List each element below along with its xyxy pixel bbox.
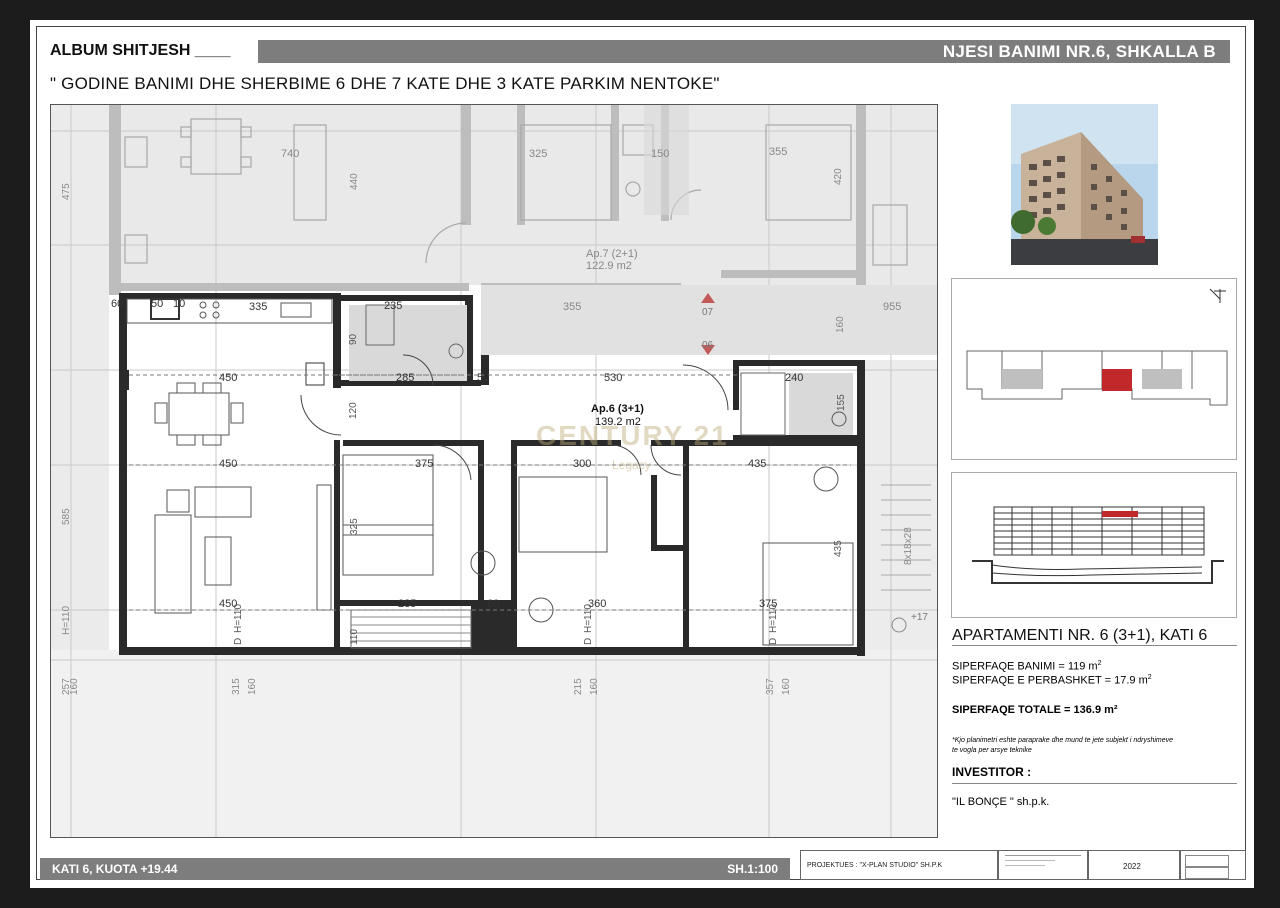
key-plan xyxy=(951,278,1237,460)
svg-text:60: 60 xyxy=(111,298,123,310)
svg-text:122.9 m2: 122.9 m2 xyxy=(586,260,632,272)
svg-text:D: D xyxy=(768,638,779,645)
apartment-title: APARTAMENTI NR. 6 (3+1), KATI 6 xyxy=(952,627,1208,644)
svg-text:300: 300 xyxy=(573,458,591,470)
svg-text:315: 315 xyxy=(231,678,242,695)
svg-text:257: 257 xyxy=(61,678,72,695)
building-photo xyxy=(1011,104,1158,265)
footer-banner: KATI 6, KUOTA +19.44 SH.1:100 xyxy=(40,858,790,880)
svg-text:325: 325 xyxy=(529,148,547,160)
svg-text:06: 06 xyxy=(702,340,714,351)
sign-cell xyxy=(1180,850,1246,880)
floor-plan-drawing: 740 325 150 355 335 235 355 955 450 285 … xyxy=(51,105,937,837)
investor-label: INVESTITOR : xyxy=(952,765,1032,779)
section-plan xyxy=(951,472,1237,618)
svg-text:530: 530 xyxy=(604,372,622,384)
svg-text:+17: +17 xyxy=(911,612,928,623)
svg-text:450: 450 xyxy=(219,458,237,470)
svg-text:475: 475 xyxy=(61,183,72,200)
svg-text:8x18x28: 8x18x28 xyxy=(903,527,914,565)
svg-text:90: 90 xyxy=(348,333,359,345)
watermark-sub: Legacy xyxy=(612,458,651,472)
divider xyxy=(952,645,1237,646)
year: 2022 xyxy=(1123,862,1141,871)
svg-text:285: 285 xyxy=(396,372,414,384)
svg-text:325: 325 xyxy=(349,518,360,535)
svg-text:160: 160 xyxy=(835,316,846,333)
svg-text:355: 355 xyxy=(769,146,787,158)
designer-cell: PROJEKTUES : "X-PLAN STUDIO" SH.P.K xyxy=(800,850,998,880)
living-area-sup: 2 xyxy=(1097,660,1102,667)
svg-text:450: 450 xyxy=(219,372,237,384)
svg-text:440: 440 xyxy=(349,173,360,190)
unit-title-banner: NJESI BANIMI NR.6, SHKALLA B xyxy=(258,40,1230,63)
svg-text:435: 435 xyxy=(833,540,844,557)
svg-text:240: 240 xyxy=(785,372,803,384)
album-title: ALBUM SHITJESH ____ xyxy=(50,42,231,59)
svg-text:420: 420 xyxy=(833,168,844,185)
designer: PROJEKTUES : "X-PLAN STUDIO" SH.P.K xyxy=(807,862,943,869)
total-area: SIPERFAQE TOTALE = 136.9 m² xyxy=(952,704,1118,716)
svg-text:D: D xyxy=(233,638,244,645)
shared-area-line: SIPERFAQE E PERBASHKET = 17.9 m2 xyxy=(952,671,1152,688)
svg-text:435: 435 xyxy=(748,458,766,470)
floor-level: KATI 6, KUOTA +19.44 xyxy=(52,862,178,876)
svg-text:H=110: H=110 xyxy=(768,604,779,633)
project-title: " GODINE BANIMI DHE SHERBIME 6 DHE 7 KAT… xyxy=(50,74,720,93)
svg-text:50: 50 xyxy=(477,372,489,384)
divider-2 xyxy=(952,783,1237,784)
svg-text:160: 160 xyxy=(781,678,792,695)
unit-title: NJESI BANIMI NR.6, SHKALLA B xyxy=(942,42,1216,61)
shared-area-sup: 2 xyxy=(1147,674,1152,681)
svg-text:Ap.6 (3+1): Ap.6 (3+1) xyxy=(591,403,644,415)
floor-plan: 740 325 150 355 335 235 355 955 450 285 … xyxy=(50,104,938,838)
svg-text:150: 150 xyxy=(651,148,669,160)
svg-text:155: 155 xyxy=(836,394,847,411)
stamp-cell xyxy=(998,850,1088,880)
svg-text:07: 07 xyxy=(702,307,714,318)
svg-text:D: D xyxy=(583,638,594,645)
highlight-unit xyxy=(1102,369,1132,391)
svg-text:10: 10 xyxy=(173,298,185,310)
svg-text:375: 375 xyxy=(415,458,433,470)
svg-text:235: 235 xyxy=(384,300,402,312)
svg-text:H=110: H=110 xyxy=(583,604,594,633)
year-cell: 2022 xyxy=(1088,850,1180,880)
svg-text:Ap.7 (2+1): Ap.7 (2+1) xyxy=(586,248,638,260)
note-line1: *Kjo planimetri eshte paraprake dhe mund… xyxy=(952,737,1174,744)
svg-text:955: 955 xyxy=(883,301,901,313)
svg-text:285: 285 xyxy=(398,598,416,610)
svg-text:H=110: H=110 xyxy=(233,604,244,633)
investor-name: "IL BONÇE " sh.p.k. xyxy=(952,796,1050,808)
svg-text:355: 355 xyxy=(563,301,581,313)
scale: SH.1:100 xyxy=(727,862,778,876)
svg-text:H=110: H=110 xyxy=(61,606,72,635)
svg-text:215: 215 xyxy=(573,678,584,695)
svg-text:585: 585 xyxy=(61,508,72,525)
note-line2: te vogla per arsye teknike xyxy=(952,747,1032,754)
svg-text:110: 110 xyxy=(349,629,360,645)
svg-text:60: 60 xyxy=(487,598,499,610)
svg-text:120: 120 xyxy=(348,402,359,419)
svg-text:160: 160 xyxy=(589,678,600,695)
section-highlight xyxy=(1102,511,1138,517)
svg-text:357: 357 xyxy=(765,678,776,695)
svg-text:160: 160 xyxy=(247,678,258,695)
svg-text:335: 335 xyxy=(249,301,267,313)
dim-label: 740 xyxy=(281,148,299,160)
neighbor-area-fill xyxy=(121,105,937,285)
watermark-brand: CENTURY 21 xyxy=(536,420,729,451)
svg-text:50: 50 xyxy=(151,298,163,310)
shared-area: SIPERFAQE E PERBASHKET = 17.9 m xyxy=(952,674,1148,687)
